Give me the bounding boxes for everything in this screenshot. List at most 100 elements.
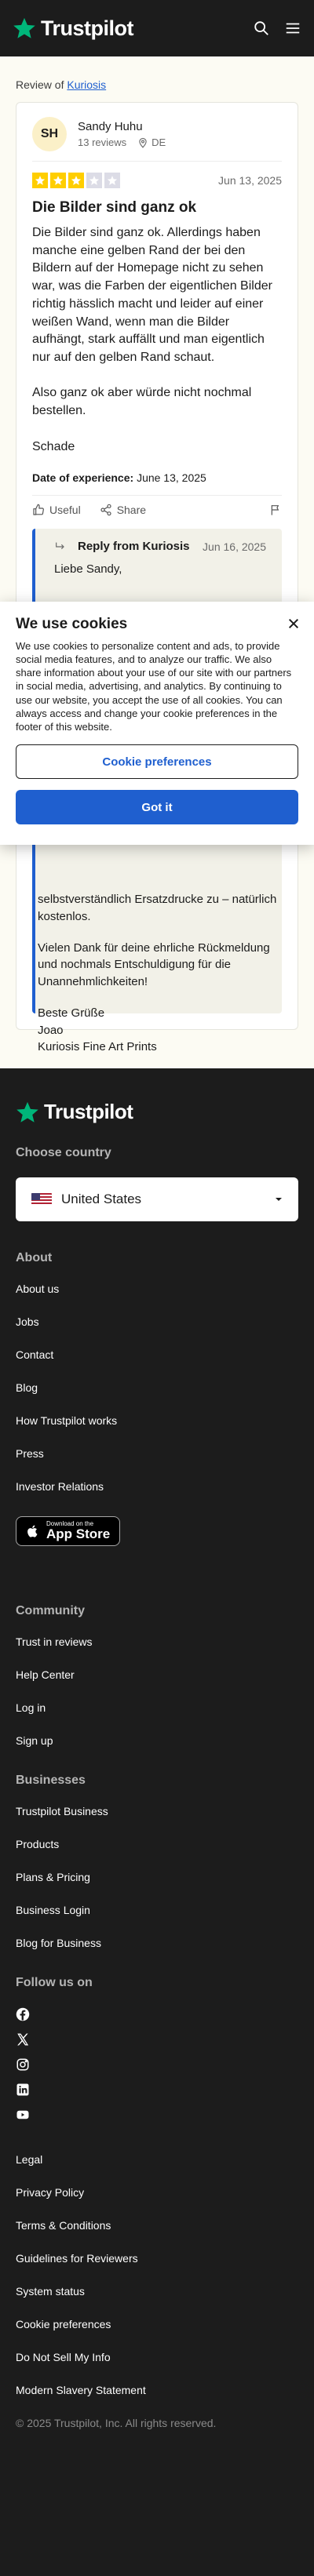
divider — [32, 161, 282, 162]
footer-link-cookie-preferences[interactable]: Cookie preferences — [16, 2318, 298, 2330]
star-logo-icon — [13, 17, 35, 38]
footer-link-investor-relations[interactable]: Investor Relations — [16, 1480, 298, 1493]
footer-link-guidelines[interactable]: Guidelines for Reviewers — [16, 2252, 298, 2265]
header-icons — [253, 20, 301, 37]
footer-link-terms[interactable]: Terms & Conditions — [16, 2219, 298, 2232]
site-footer: Trustpilot Choose country United States … — [0, 1068, 314, 2461]
choose-country-title: Choose country — [16, 1146, 111, 1159]
accept-cookies-button[interactable]: Got it — [16, 790, 298, 825]
businesses-title: Businesses — [16, 1773, 86, 1787]
footer-link-press[interactable]: Press — [16, 1447, 298, 1460]
reviewer-info: SH Sandy Huhu 13 reviews DE — [32, 117, 282, 151]
footer-link-trustpilot-business[interactable]: Trustpilot Business — [16, 1805, 298, 1817]
flag-icon[interactable] — [269, 504, 282, 516]
about-title: About — [16, 1251, 53, 1264]
reply-from: Reply from Kuriosis — [78, 540, 190, 554]
footer-link-do-not-sell[interactable]: Do Not Sell My Info — [16, 2351, 298, 2363]
reply-signoff: Beste Grüße Joao Kuriosis Fine Art Print… — [38, 1006, 157, 1054]
site-header: Trustpilot — [0, 0, 314, 56]
follow-title: Follow us on — [16, 1975, 93, 1989]
footer-link-system-status[interactable]: System status — [16, 2285, 298, 2298]
footer-link-how-trustpilot-works[interactable]: How Trustpilot works — [16, 1414, 298, 1427]
legal-links: Legal Privacy Policy Terms & Conditions … — [16, 2153, 298, 2396]
footer-logo[interactable]: Trustpilot — [16, 1100, 298, 1124]
trustpilot-logo[interactable]: Trustpilot — [13, 16, 134, 41]
close-icon[interactable] — [287, 617, 300, 630]
main-content: Review of Kuriosis SH Sandy Huhu 13 revi… — [0, 56, 314, 1068]
footer-link-privacy-policy[interactable]: Privacy Policy — [16, 2186, 298, 2199]
thumbs-up-icon — [33, 504, 44, 515]
app-store-badge[interactable]: Download on the App Store — [16, 1516, 121, 1546]
reply-header: Reply from Kuriosis Jun 16, 2025 — [54, 540, 266, 553]
review-of: Review of Kuriosis — [16, 78, 298, 91]
footer-link-contact[interactable]: Contact — [16, 1348, 298, 1361]
experience-label: Date of experience: — [32, 471, 134, 485]
star-filled-icon — [32, 173, 48, 188]
share-button[interactable]: Share — [100, 504, 146, 516]
review-of-prefix: Review of — [16, 78, 68, 91]
footer-link-legal[interactable]: Legal — [16, 2153, 298, 2166]
review-actions: Useful Share — [32, 496, 282, 524]
country-selected: United States — [61, 1192, 142, 1206]
footer-link-business-login[interactable]: Business Login — [16, 1904, 298, 1916]
app-store-big-text: App Store — [46, 1526, 111, 1541]
search-icon[interactable] — [253, 20, 270, 37]
cookie-text: We use cookies to personalize content an… — [16, 640, 292, 733]
page: Trustpilot Review of Kuriosis SH Sandy H… — [0, 0, 314, 2576]
avatar[interactable]: SH — [32, 117, 67, 151]
menu-icon[interactable] — [284, 20, 301, 37]
reply-date: Jun 16, 2025 — [203, 540, 266, 553]
review-title: Die Bilder sind ganz ok — [32, 199, 197, 216]
share-label: Share — [116, 504, 147, 517]
star-logo-icon — [16, 1101, 38, 1122]
reviewer-review-count: 13 reviews — [78, 136, 127, 148]
useful-button[interactable]: Useful — [32, 504, 81, 516]
us-flag-icon — [31, 1193, 52, 1206]
review-date: Jun 13, 2025 — [218, 174, 282, 187]
cookie-title: We use cookies — [16, 616, 128, 632]
reply-thanks: Vielen Dank für deine ehrliche Rückmeldu… — [38, 941, 270, 989]
footer-link-plans-pricing[interactable]: Plans & Pricing — [16, 1871, 298, 1883]
footer-link-help-center[interactable]: Help Center — [16, 1668, 298, 1681]
star-empty-icon — [104, 173, 120, 188]
reply-greeting: Liebe Sandy, — [54, 562, 122, 577]
rating-row: Jun 13, 2025 — [32, 173, 282, 188]
company-link[interactable]: Kuriosis — [67, 78, 106, 91]
footer-link-sign-up[interactable]: Sign up — [16, 1734, 298, 1747]
social-links — [16, 2007, 298, 2122]
apple-icon — [27, 1525, 38, 1537]
youtube-icon[interactable] — [16, 2108, 30, 2122]
footer-link-blog[interactable]: Blog — [16, 1381, 298, 1394]
facebook-icon[interactable] — [16, 2007, 30, 2021]
cookie-preferences-button[interactable]: Cookie preferences — [16, 744, 298, 780]
star-empty-icon — [86, 173, 102, 188]
linkedin-icon[interactable] — [16, 2083, 30, 2097]
footer-link-about-us[interactable]: About us — [16, 1283, 298, 1295]
community-title: Community — [16, 1603, 85, 1617]
reply-fragment: selbstverständlich Ersatzdrucke zu – nat… — [38, 893, 277, 923]
footer-link-trust-in-reviews[interactable]: Trust in reviews — [16, 1635, 298, 1648]
star-rating — [32, 173, 120, 188]
useful-label: Useful — [49, 504, 81, 517]
country-select[interactable]: United States — [16, 1177, 298, 1221]
logo-text: Trustpilot — [41, 16, 134, 40]
reply-arrow-icon — [56, 542, 64, 549]
reviewer-meta: 13 reviews DE — [78, 136, 166, 148]
x-icon[interactable] — [16, 2032, 30, 2047]
footer-link-log-in[interactable]: Log in — [16, 1701, 298, 1714]
footer-link-jobs[interactable]: Jobs — [16, 1315, 298, 1328]
chevron-down-icon — [276, 1198, 282, 1201]
star-filled-icon — [50, 173, 66, 188]
review-body: Die Bilder sind ganz ok. Allerdings habe… — [32, 226, 272, 453]
reviewer-name[interactable]: Sandy Huhu — [78, 120, 166, 133]
copyright: © 2025 Trustpilot, Inc. All rights reser… — [16, 2416, 217, 2429]
footer-link-blog-for-business[interactable]: Blog for Business — [16, 1937, 298, 1949]
footer-link-products[interactable]: Products — [16, 1838, 298, 1850]
cookie-banner: We use cookies We use cookies to persona… — [0, 602, 314, 845]
country-code: DE — [152, 136, 166, 148]
experience-date: June 13, 2025 — [137, 471, 206, 485]
footer-link-modern-slavery[interactable]: Modern Slavery Statement — [16, 2384, 298, 2396]
instagram-icon[interactable] — [16, 2058, 30, 2072]
reply-continued: selbstverständlich Ersatzdrucke zu – nat… — [38, 891, 283, 1070]
footer-logo-text: Trustpilot — [44, 1100, 133, 1123]
